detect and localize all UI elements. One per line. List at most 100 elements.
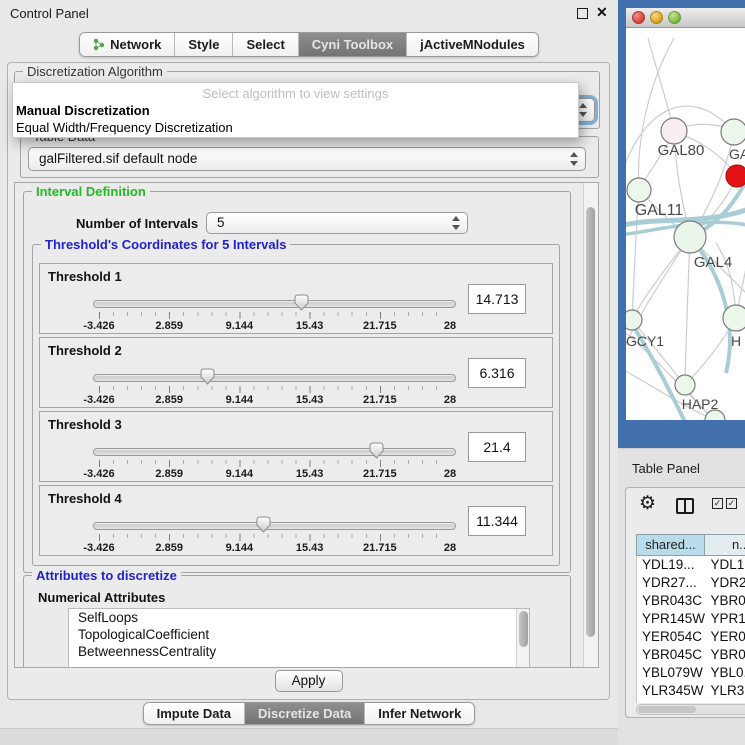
cell[interactable]: YBR0... [706,592,745,610]
cell[interactable]: YIL0... [706,700,745,703]
cell[interactable]: YIL052C [637,700,706,703]
tab-cyni-toolbox[interactable]: Cyni Toolbox [298,33,406,56]
num-intervals-combobox[interactable]: 5 [206,212,468,234]
list-item[interactable]: BetweennessCentrality [69,643,529,660]
close-traffic-light-icon[interactable] [632,11,645,24]
settings-scrollbar[interactable] [583,183,598,667]
threshold-2-row: Threshold 2 -3.426 2.859 9.144 15.43 21.… [39,337,553,408]
cell[interactable]: YBR0... [706,646,745,664]
cell[interactable]: YER054C [637,628,706,646]
table-row[interactable]: YIL052CYIL0... [637,700,745,703]
table-row[interactable]: YBR045CYBR0... [637,646,745,664]
dropdown-option-manual[interactable]: Manual Discretization [13,103,578,118]
table-row[interactable]: YBL079WYBL0... [637,664,745,682]
slider-thumb[interactable] [294,294,309,311]
apply-button[interactable]: Apply [275,670,343,692]
threshold-4-value[interactable]: 11.344 [468,506,526,536]
checkbox-icon[interactable]: ✓ [712,498,723,509]
threshold-3-slider[interactable]: -3.426 2.859 9.144 15.43 21.715 28 [99,444,450,478]
slider-track[interactable] [93,374,456,382]
node-ga[interactable] [721,119,745,145]
slider-ticks [99,460,450,467]
slider-track[interactable] [93,300,456,308]
cell[interactable]: YBL0... [706,664,745,682]
slider-track[interactable] [93,522,456,530]
node-gal4[interactable] [674,221,706,253]
node-selected-red[interactable] [726,165,745,187]
cell[interactable]: YBL079W [637,664,706,682]
table-horizontal-scrollbar-thumb[interactable] [638,706,696,713]
table-row[interactable]: YPR145WYPR1... [637,610,745,628]
threshold-1-slider[interactable]: -3.426 2.859 9.144 15.43 21.715 28 [99,296,450,330]
slider-track[interactable] [93,448,456,456]
interval-definition-group-label: Interval Definition [32,184,150,199]
table-row[interactable]: YLR345WYLR3... [637,682,745,700]
tab-network[interactable]: Network [80,33,174,56]
threshold-4-label: Threshold 4 [48,491,122,506]
tab-jactivemnodules[interactable]: jActiveMNodules [406,33,538,56]
network-view-window[interactable]: GAL80 GA GAL11 GAL4 GCY1 H HAP2 [618,0,745,448]
minimize-traffic-light-icon[interactable] [650,11,663,24]
table-row[interactable]: YER054CYER0... [637,628,745,646]
network-canvas[interactable]: GAL80 GA GAL11 GAL4 GCY1 H HAP2 [626,28,745,420]
zoom-traffic-light-icon[interactable] [668,11,681,24]
threshold-1-value[interactable]: 14.713 [468,284,526,314]
tab-impute-data[interactable]: Impute Data [144,703,244,724]
node-hap2[interactable] [675,375,695,395]
cell[interactable]: YLR345W [637,682,706,700]
cell[interactable]: YDL19... [637,556,706,574]
list-item[interactable]: SelfLoops [69,609,529,626]
tab-infer-network[interactable]: Infer Network [364,703,474,724]
slider-thumb[interactable] [369,442,384,459]
tick-label: 15.43 [296,320,324,332]
column-header-name[interactable]: n... [705,534,745,556]
columns-icon[interactable] [676,498,694,514]
threshold-3-value[interactable]: 21.4 [468,432,526,462]
list-item[interactable]: TopologicalCoefficient [69,626,529,643]
table-row[interactable]: YDL19...YDL1... [637,556,745,574]
threshold-2-slider[interactable]: -3.426 2.859 9.144 15.43 21.715 28 [99,370,450,404]
tab-select-label: Select [246,37,284,52]
cell[interactable]: YLR3... [706,682,745,700]
tab-discretize-data[interactable]: Discretize Data [244,703,364,724]
cell[interactable]: YPR1... [706,610,745,628]
float-window-icon[interactable] [577,8,588,19]
network-window-titlebar[interactable] [626,8,745,28]
cell[interactable]: YDR27... [637,574,706,592]
threshold-1-label: Threshold 1 [48,269,122,284]
cell[interactable]: YBR045C [637,646,706,664]
checkbox-icon[interactable]: ✓ [726,498,737,509]
top-tab-bar: Network Style Select Cyni Toolbox jActiv… [0,32,618,57]
threshold-2-value[interactable]: 6.316 [468,358,526,388]
table-data-combobox[interactable]: galFiltered.sif default node [28,147,586,171]
cell[interactable]: YBR043C [637,592,706,610]
node-gal80[interactable] [661,118,687,144]
cell[interactable]: YDL1... [706,556,745,574]
threshold-4-slider[interactable]: -3.426 2.859 9.144 15.43 21.715 28 [99,518,450,552]
slider-ticks [99,534,450,541]
slider-thumb[interactable] [200,368,215,385]
close-icon[interactable]: ✕ [596,4,608,21]
column-header-shared-name[interactable]: shared... [636,534,705,556]
table-panel-bar: Table Panel [618,448,745,487]
gear-icon[interactable]: ⚙ [639,492,656,515]
node-gcy1[interactable] [626,310,642,330]
list-scrollbar[interactable] [516,609,529,668]
tick-label: 2.859 [155,542,183,554]
tab-style[interactable]: Style [174,33,232,56]
settings-scrollbar-thumb[interactable] [586,207,595,637]
cell[interactable]: YDR2... [706,574,745,592]
numerical-attributes-list[interactable]: SelfLoops TopologicalCoefficient Between… [68,608,530,668]
cell[interactable]: YER0... [706,628,745,646]
table-row[interactable]: YDR27...YDR2... [637,574,745,592]
table-horizontal-scrollbar[interactable] [636,704,745,715]
tab-select[interactable]: Select [232,33,297,56]
tick-label: 2.859 [155,468,183,480]
node-gal11[interactable] [627,178,651,202]
table-row[interactable]: YBR043CYBR0... [637,592,745,610]
cell[interactable]: YPR145W [637,610,706,628]
list-scrollbar-thumb[interactable] [519,611,528,647]
node-h[interactable] [723,305,745,331]
dropdown-option-equal-width[interactable]: Equal Width/Frequency Discretization [13,120,578,135]
slider-thumb[interactable] [256,516,271,533]
